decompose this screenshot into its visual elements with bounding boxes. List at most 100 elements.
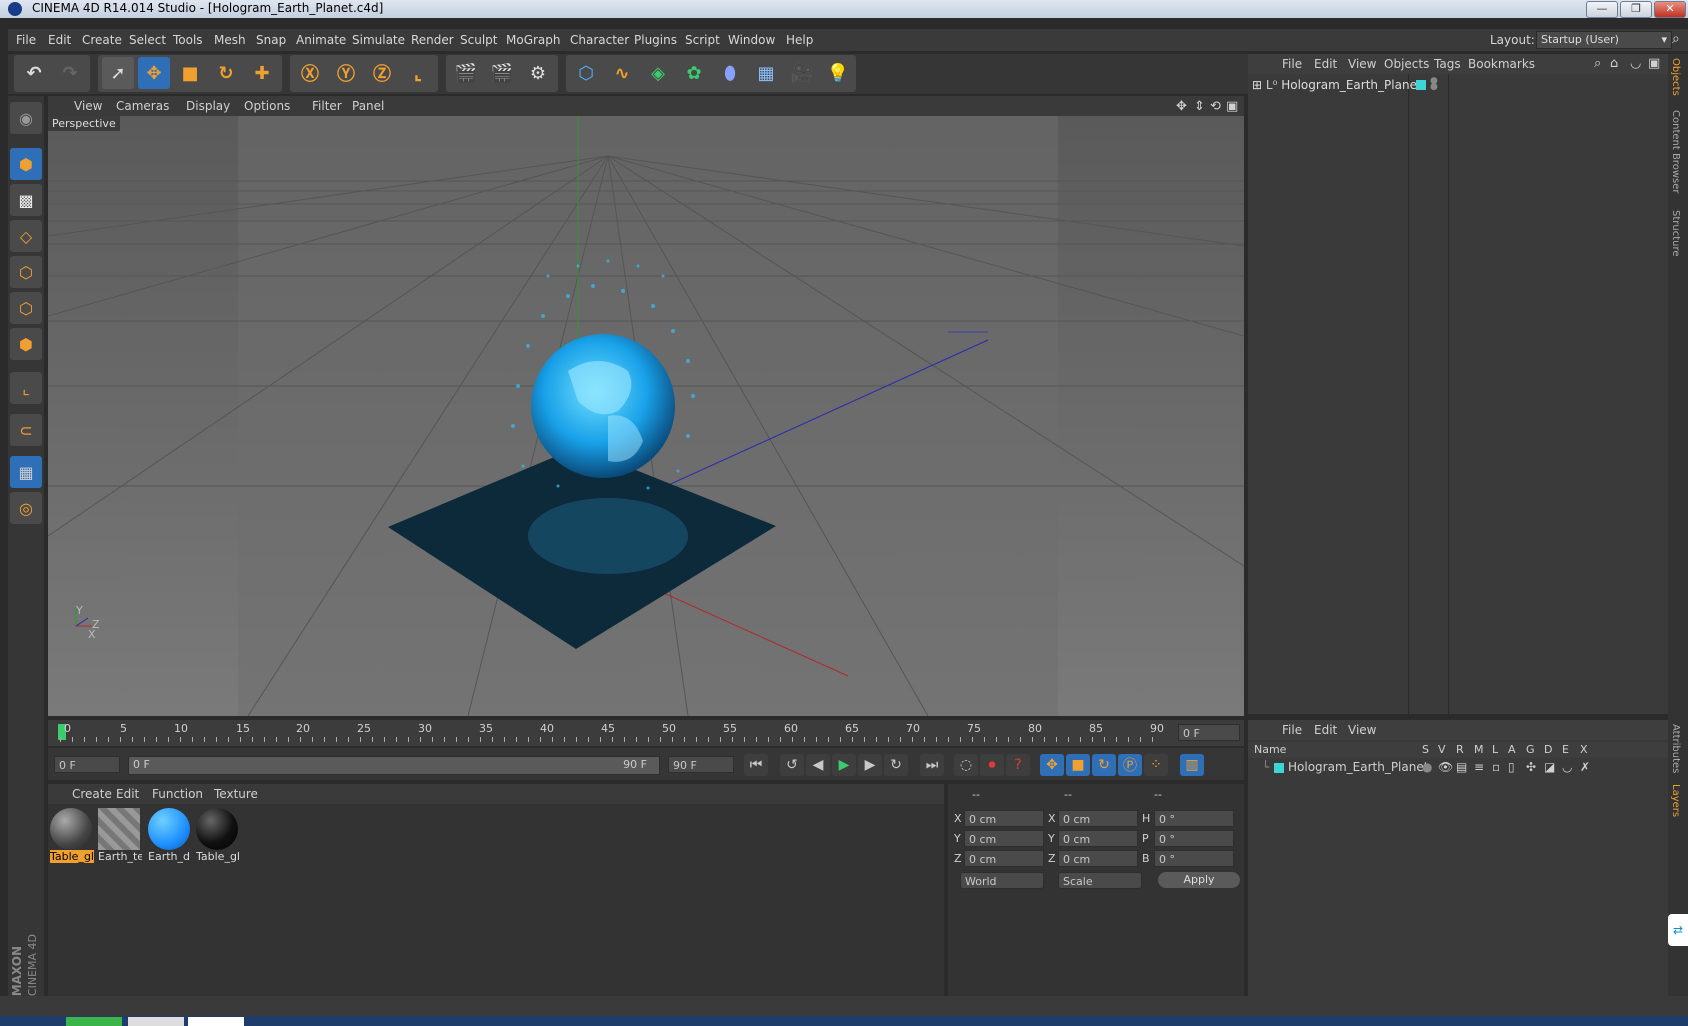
axis-mode-icon[interactable]: ⌞: [10, 372, 42, 404]
rot-h-field[interactable]: 0 °: [1154, 810, 1234, 827]
floor-icon[interactable]: ▦: [750, 57, 782, 89]
key-parameter-icon[interactable]: Ⓟ: [1118, 754, 1142, 776]
vp-menu-cameras[interactable]: Cameras: [116, 99, 169, 113]
visibility-dots-icon[interactable]: ● ●: [1430, 77, 1438, 92]
rot-p-field[interactable]: 0 °: [1154, 830, 1234, 847]
render-settings-icon[interactable]: ⚙: [522, 57, 554, 89]
menu-script[interactable]: Script: [685, 33, 720, 47]
points-mode-icon[interactable]: ⬡: [10, 256, 42, 288]
key-off-icon[interactable]: ◌: [954, 754, 978, 776]
tab-structure[interactable]: Structure: [1670, 210, 1681, 257]
make-editable-icon[interactable]: ◉: [10, 102, 42, 134]
layer-menu-file[interactable]: File: [1282, 723, 1302, 737]
model-mode-icon[interactable]: ⬢: [10, 148, 42, 180]
tab-content-browser[interactable]: Content Browser: [1670, 110, 1681, 193]
cube-icon[interactable]: ⬡: [570, 57, 602, 89]
menu-create[interactable]: Create: [82, 33, 122, 47]
rotate-view-icon[interactable]: ⟲: [1210, 99, 1221, 114]
solo-dot-icon[interactable]: ●: [1422, 760, 1432, 774]
manager-icon[interactable]: ≡: [1474, 760, 1484, 774]
layer-color-swatch[interactable]: [1274, 763, 1284, 773]
taskbar-item[interactable]: [128, 1017, 184, 1026]
edges-mode-icon[interactable]: ⬡: [10, 292, 42, 324]
remote-icon[interactable]: ⇄: [1668, 914, 1688, 946]
viewport-perspective[interactable]: Perspective Y Z X: [48, 116, 1244, 716]
taskbar-item[interactable]: [66, 1017, 122, 1026]
mat-menu-function[interactable]: Function: [152, 787, 203, 801]
menu-tools[interactable]: Tools: [173, 33, 203, 47]
close-button[interactable]: ✕: [1654, 1, 1686, 18]
coordinate-system-icon[interactable]: ⌞: [402, 57, 434, 89]
world-select[interactable]: World: [960, 872, 1044, 889]
collapse-icon[interactable]: ◡: [1630, 56, 1641, 71]
vp-menu-options[interactable]: Options: [244, 99, 290, 113]
zoom-view-icon[interactable]: ⇕: [1194, 99, 1205, 114]
material-item[interactable]: Table_gl: [196, 808, 240, 866]
maximize-view-icon[interactable]: ▣: [1226, 99, 1238, 114]
menu-sculpt[interactable]: Sculpt: [460, 33, 497, 47]
col-solo[interactable]: S: [1422, 743, 1429, 756]
go-to-end-icon[interactable]: ⏭: [920, 754, 944, 776]
eye-icon[interactable]: 👁: [1438, 760, 1453, 774]
col-animation[interactable]: A: [1508, 743, 1516, 756]
search-icon[interactable]: ⌕: [1594, 56, 1601, 71]
col-generators[interactable]: G: [1526, 743, 1535, 756]
expand-icon[interactable]: ⊞: [1252, 78, 1262, 92]
name-column[interactable]: Name: [1254, 743, 1286, 756]
obj-menu-view[interactable]: View: [1348, 57, 1376, 71]
tab-objects[interactable]: Objects: [1670, 58, 1681, 96]
max-frame-field[interactable]: 90 F: [668, 756, 734, 773]
go-to-start-icon[interactable]: ⏮: [744, 754, 768, 776]
timeline-window-icon[interactable]: ▥: [1180, 754, 1204, 776]
expression-icon[interactable]: ◡: [1562, 760, 1572, 774]
obj-menu-edit[interactable]: Edit: [1314, 57, 1337, 71]
step-back-icon[interactable]: ◀: [806, 754, 830, 776]
menu-plugins[interactable]: Plugins: [634, 33, 677, 47]
menu-animate[interactable]: Animate: [296, 33, 346, 47]
key-position-icon[interactable]: ✥: [1040, 754, 1064, 776]
snap-settings-icon[interactable]: ◎: [10, 492, 42, 524]
minimize-button[interactable]: —: [1586, 1, 1618, 18]
texture-mode-icon[interactable]: ▩: [10, 184, 42, 216]
workplane-icon[interactable]: ◇: [10, 220, 42, 252]
rot-b-field[interactable]: 0 °: [1154, 850, 1234, 867]
obj-menu-objects[interactable]: Objects: [1384, 57, 1429, 71]
deformer-icon[interactable]: ⬮: [714, 57, 746, 89]
menu-select[interactable]: Select: [129, 33, 166, 47]
scale-select[interactable]: Scale: [1058, 872, 1142, 889]
tab-layers[interactable]: Layers: [1670, 784, 1681, 817]
deformer-icon[interactable]: ◪: [1544, 760, 1555, 774]
xref-icon[interactable]: ✗: [1580, 760, 1590, 774]
rotate-icon[interactable]: ↻: [210, 57, 242, 89]
autokey-icon[interactable]: ?: [1006, 754, 1030, 776]
taskbar-item[interactable]: [188, 1017, 244, 1026]
vp-menu-filter[interactable]: Filter: [312, 99, 342, 113]
tab-attributes[interactable]: Attributes: [1670, 724, 1681, 773]
key-scale-icon[interactable]: ■: [1066, 754, 1090, 776]
home-icon[interactable]: ⌂: [1610, 56, 1618, 71]
size-x-field[interactable]: 0 cm: [1058, 810, 1138, 827]
loop-icon[interactable]: ↺: [780, 754, 804, 776]
obj-menu-tags[interactable]: Tags: [1434, 57, 1461, 71]
size-y-field[interactable]: 0 cm: [1058, 830, 1138, 847]
material-item[interactable]: Earth_te: [98, 808, 142, 866]
pos-y-field[interactable]: 0 cm: [964, 830, 1044, 847]
menu-render[interactable]: Render: [411, 33, 454, 47]
light-icon[interactable]: 💡: [822, 57, 854, 89]
col-view[interactable]: V: [1438, 743, 1446, 756]
render-icon[interactable]: ▤: [1456, 760, 1467, 774]
maximize-button[interactable]: ❐: [1620, 1, 1652, 18]
polygons-mode-icon[interactable]: ⬢: [10, 328, 42, 360]
layer-menu-view[interactable]: View: [1348, 723, 1376, 737]
nurbs-icon[interactable]: ◈: [642, 57, 674, 89]
scale-icon[interactable]: ■: [174, 57, 206, 89]
col-render[interactable]: R: [1456, 743, 1464, 756]
search-icon[interactable]: ⌕: [1672, 31, 1680, 47]
apply-button[interactable]: Apply: [1158, 872, 1240, 888]
layer-menu-edit[interactable]: Edit: [1314, 723, 1337, 737]
pos-z-field[interactable]: 0 cm: [964, 850, 1044, 867]
render-picture-viewer-icon[interactable]: 🎬: [486, 57, 518, 89]
menu-character[interactable]: Character: [570, 33, 629, 47]
reverse-loop-icon[interactable]: ↻: [884, 754, 908, 776]
obj-menu-file[interactable]: File: [1282, 57, 1302, 71]
